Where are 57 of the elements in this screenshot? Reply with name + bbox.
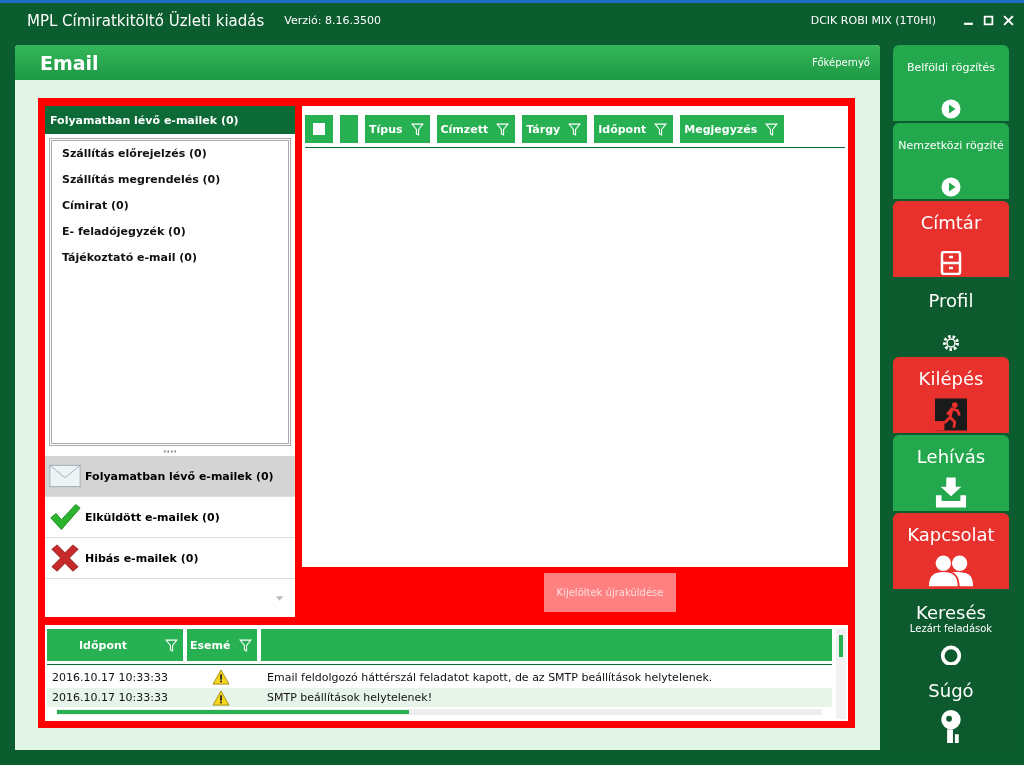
table-cell-text: Email feldolgozó háttérszál feladatot kapott, de az SMTP beállítások helytelenek.	[267, 670, 714, 684]
play-icon	[941, 177, 961, 197]
maximize-icon[interactable]	[983, 15, 994, 26]
nav-tile[interactable]: Lehívás	[893, 435, 1009, 511]
window-title: MPL Címiratkitöltő Üzleti kiadás	[27, 11, 265, 30]
select-all-checkbox[interactable]	[313, 123, 325, 135]
mail-group-item[interactable]: Elküldött e-mailek (0)	[45, 497, 295, 538]
column-header[interactable]: Címzett	[436, 115, 516, 143]
column-header[interactable]: Megjegyzés	[680, 115, 785, 143]
category-item[interactable]: Szállítás előrejelzés (0)	[62, 147, 288, 173]
table-cell-text: SMTP beállítások helytelenek!	[267, 691, 434, 704]
cabinet-icon	[939, 251, 963, 275]
category-item[interactable]: Szállítás megrendelés (0)	[62, 173, 288, 199]
filter-icon[interactable]	[568, 122, 582, 136]
envelope-icon	[49, 462, 81, 490]
category-item[interactable]: Címirat (0)	[62, 199, 288, 225]
cross-icon	[49, 544, 81, 572]
filter-icon[interactable]	[765, 122, 779, 136]
download-icon	[935, 476, 967, 509]
filter-icon[interactable]	[239, 638, 252, 652]
nav-tile[interactable]: Kilépés	[893, 357, 1009, 433]
warning-icon	[212, 669, 230, 685]
caret-icon[interactable]	[276, 595, 283, 601]
close-icon[interactable]	[1003, 15, 1014, 26]
panel-title: Email	[40, 51, 99, 74]
nav-tile[interactable]: Kapcsolat	[893, 513, 1009, 589]
vertical-scrollbar[interactable]	[836, 629, 846, 719]
mail-group-item[interactable]: Folyamatban lévő e-mailek (0)	[45, 456, 295, 497]
folder-header: Folyamatban lévő e-mailek (0)	[45, 106, 295, 134]
checkmark-icon	[49, 503, 81, 531]
category-item[interactable]: E- feladójegyzék (0)	[62, 225, 288, 251]
column-header[interactable]: Időpont	[47, 629, 183, 661]
user-label: DCIK ROBI MIX (1T0HI)	[810, 14, 936, 27]
exit-sign-icon	[935, 398, 967, 431]
category-item[interactable]: Tájékoztató e-mail (0)	[62, 251, 288, 277]
version-label: Verzió: 8.16.3500	[284, 14, 382, 27]
nav-tile[interactable]: Nemzetközi rögzíté	[893, 123, 1009, 199]
play-icon	[941, 99, 961, 119]
warning-icon	[212, 689, 230, 706]
mail-group-item[interactable]: Hibás e-mailek (0)	[45, 538, 295, 579]
filter-icon[interactable]	[496, 122, 510, 136]
table-cell-text: 2016.10.17 10:33:33	[51, 691, 169, 704]
column-header[interactable]: Típus	[365, 115, 430, 143]
column-header[interactable]: Időpont	[594, 115, 674, 143]
settings-icon	[941, 333, 961, 353]
people-icon	[927, 553, 975, 587]
column-header[interactable]: Esemé	[187, 629, 257, 661]
horizontal-scrollbar[interactable]	[57, 709, 822, 715]
nav-tile[interactable]: Belföldi rögzítés	[893, 45, 1009, 121]
filter-icon[interactable]	[165, 638, 178, 652]
home-link[interactable]: Főképernyő	[812, 57, 870, 68]
filter-icon[interactable]	[410, 122, 424, 136]
nav-tile[interactable]: Címtár	[893, 201, 1009, 277]
table-cell-text: 2016.10.17 10:33:33	[51, 670, 169, 684]
column-header[interactable]: Tárgy	[522, 115, 588, 143]
column-header	[340, 115, 358, 143]
filter-icon[interactable]	[654, 122, 668, 136]
